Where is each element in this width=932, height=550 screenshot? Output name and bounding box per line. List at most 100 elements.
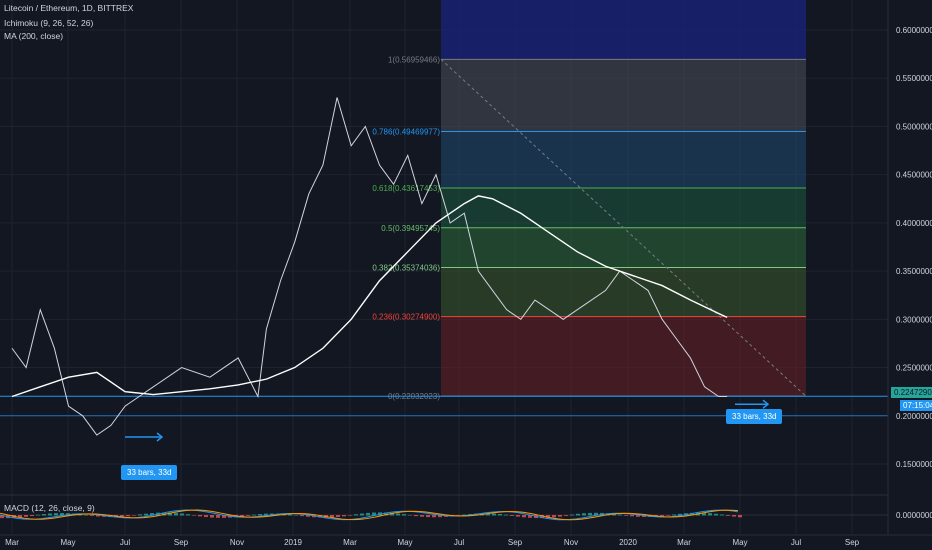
x-tick-label: Jul: [454, 538, 464, 547]
macd-histogram-bar: [624, 515, 628, 516]
range-badge-right[interactable]: 33 bars, 33d: [726, 409, 783, 424]
macd-histogram-bar: [36, 514, 40, 516]
macd-histogram-bar: [726, 515, 730, 516]
y-tick-label: 0.20000000: [896, 412, 932, 421]
macd-histogram-bar: [492, 513, 496, 516]
fib-zone: [441, 267, 806, 317]
fib-zone: [441, 227, 806, 268]
macd-histogram-bar: [246, 515, 250, 516]
macd-histogram-bar: [204, 515, 208, 518]
macd-histogram-bar: [42, 514, 46, 516]
y-tick-label: 0.40000000: [896, 219, 932, 228]
macd-tick-label: 0.00000000: [896, 511, 932, 520]
macd-histogram-bar: [186, 514, 190, 516]
macd-histogram-bar: [342, 515, 346, 517]
x-tick-label: May: [732, 538, 747, 547]
y-tick-label: 0.35000000: [896, 267, 932, 276]
macd-histogram-bar: [216, 515, 220, 518]
macd-histogram-bar: [738, 515, 742, 518]
macd-histogram-bar: [630, 515, 634, 517]
fib-zone: [441, 59, 806, 132]
fib-extension-zone: [441, 0, 806, 60]
macd-histogram-bar: [510, 515, 514, 516]
symbol-title: Litecoin / Ethereum, 1D, BITTREX: [4, 3, 134, 13]
x-tick-label: Nov: [564, 538, 578, 547]
macd-histogram-bar: [84, 514, 88, 516]
macd-histogram-bar: [24, 515, 28, 517]
macd-histogram-bar: [54, 513, 58, 516]
y-tick-label: 0.55000000: [896, 74, 932, 83]
macd-histogram-bar: [138, 514, 142, 516]
macd-histogram-bar: [90, 515, 94, 516]
ma-legend[interactable]: MA (200, close): [4, 31, 63, 41]
macd-histogram-bar: [672, 514, 676, 516]
macd-legend[interactable]: MACD (12, 26, close, 9): [4, 503, 95, 513]
macd-histogram-bar: [192, 515, 196, 516]
y-tick-label: 0.25000000: [896, 364, 932, 373]
macd-histogram-bar: [420, 515, 424, 517]
macd-histogram-bar: [582, 513, 586, 516]
x-tick-label: Jul: [791, 538, 801, 547]
macd-histogram-bar: [348, 515, 352, 516]
macd-histogram-bar: [576, 513, 580, 516]
fib-zone: [441, 316, 806, 397]
x-tick-label: Mar: [343, 538, 357, 547]
macd-histogram-bar: [366, 512, 370, 516]
fib-zone: [441, 188, 806, 228]
macd-histogram-bar: [426, 515, 430, 518]
macd-histogram-bar: [258, 514, 262, 516]
macd-histogram-bar: [288, 514, 292, 516]
macd-histogram-bar: [294, 514, 298, 516]
y-tick-label: 0.15000000: [896, 460, 932, 469]
macd-histogram-bar: [30, 515, 34, 517]
y-tick-label: 0.30000000: [896, 315, 932, 324]
y-tick-label: 0.60000000: [896, 26, 932, 35]
macd-histogram-bar: [252, 514, 256, 516]
x-tick-label: May: [397, 538, 412, 547]
x-tick-label: Sep: [508, 538, 523, 547]
macd-histogram-bar: [396, 513, 400, 516]
macd-histogram-bar: [126, 515, 130, 517]
range-badge-left[interactable]: 33 bars, 33d: [121, 465, 178, 480]
current-price-tag: 0.22472902: [891, 387, 932, 398]
fib-level-label: 0.382(0.35374036): [372, 264, 440, 273]
fib-level-label: 1(0.56959466): [388, 55, 440, 64]
macd-histogram-bar: [732, 515, 736, 517]
countdown-tag: 07:15:04: [900, 400, 932, 411]
fib-zone: [441, 131, 806, 189]
macd-histogram-bar: [720, 514, 724, 516]
macd-histogram-bar: [570, 514, 574, 516]
macd-histogram-bar: [402, 514, 406, 516]
macd-histogram-bar: [588, 512, 592, 516]
macd-histogram-bar: [336, 515, 340, 517]
x-tick-label: Sep: [174, 538, 189, 547]
macd-histogram-bar: [354, 514, 358, 516]
macd-histogram-bar: [300, 515, 304, 517]
x-tick-label: May: [60, 538, 75, 547]
ichimoku-legend[interactable]: Ichimoku (9, 26, 52, 26): [4, 18, 93, 28]
x-tick-label: Sep: [845, 538, 860, 547]
macd-histogram-bar: [708, 513, 712, 516]
x-tick-label: Mar: [677, 538, 691, 547]
macd-histogram-bar: [498, 514, 502, 516]
macd-histogram-bar: [516, 515, 520, 517]
macd-histogram-bar: [48, 513, 52, 516]
macd-histogram-bar: [558, 515, 562, 517]
macd-histogram-bar: [522, 515, 526, 518]
macd-histogram-bar: [360, 513, 364, 516]
macd-histogram-bar: [552, 515, 556, 518]
macd-histogram-bar: [408, 514, 412, 516]
macd-histogram-bar: [666, 515, 670, 516]
fib-level-label: 0.786(0.49469977): [372, 128, 440, 137]
x-tick-label: Jul: [120, 538, 130, 547]
macd-histogram-bar: [180, 513, 184, 516]
macd-histogram-bar: [210, 515, 214, 518]
fib-level-label: 0.236(0.30274900): [372, 313, 440, 322]
macd-histogram-bar: [144, 513, 148, 516]
macd-histogram-bar: [198, 515, 202, 517]
y-tick-label: 0.50000000: [896, 122, 932, 131]
macd-histogram-bar: [504, 514, 508, 516]
macd-histogram-bar: [414, 515, 418, 517]
macd-histogram-bar: [132, 515, 136, 516]
x-tick-label: Mar: [5, 538, 19, 547]
